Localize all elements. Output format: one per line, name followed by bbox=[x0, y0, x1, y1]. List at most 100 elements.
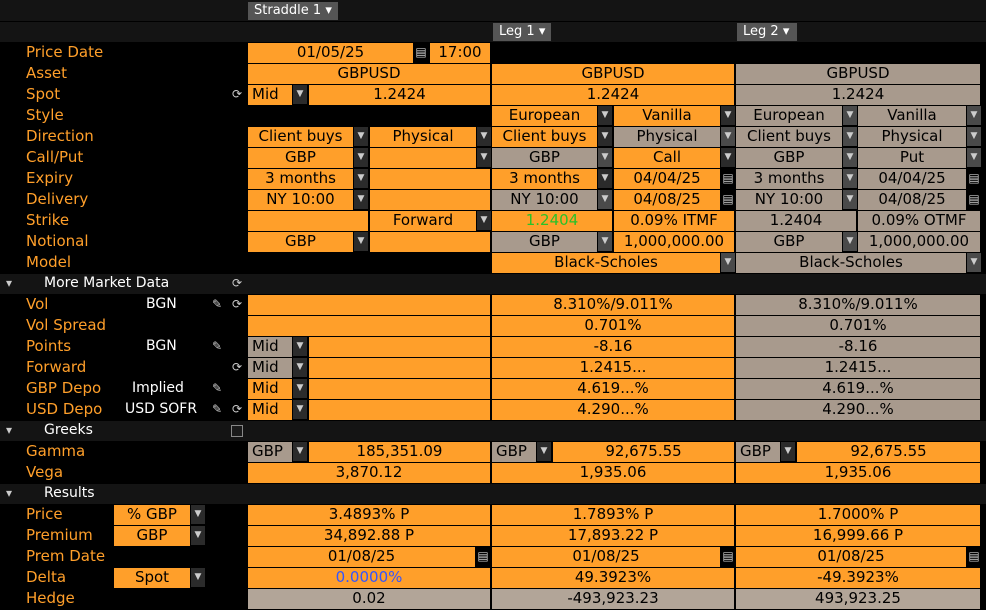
chevron-down-icon[interactable]: ▼ bbox=[721, 253, 735, 272]
chevron-down-icon[interactable]: ▼ bbox=[967, 106, 981, 125]
expiry-input[interactable]: 3 months bbox=[248, 169, 353, 189]
notional-input[interactable] bbox=[370, 232, 490, 252]
calendar-icon[interactable]: ▤ bbox=[967, 547, 981, 567]
spot-input[interactable]: 1.2424 bbox=[309, 85, 490, 105]
leg2-selector[interactable]: Leg 2 ▾ bbox=[737, 23, 797, 41]
chevron-down-icon[interactable]: ▼ bbox=[354, 127, 368, 146]
leg1-strike[interactable]: 1.2404 bbox=[492, 211, 612, 231]
prem-date-input[interactable]: 01/08/25 bbox=[248, 547, 475, 567]
leg1-model-select[interactable]: Black-Scholes bbox=[492, 253, 720, 273]
chevron-down-icon[interactable]: ▼ bbox=[293, 85, 307, 104]
leg1-gbp-depo[interactable]: 4.619...% bbox=[492, 379, 734, 399]
notional-ccy-select[interactable]: GBP bbox=[248, 232, 353, 252]
usd-depo-input[interactable] bbox=[309, 400, 490, 420]
strike-input[interactable] bbox=[248, 211, 368, 231]
chevron-down-icon[interactable]: ▼ bbox=[537, 442, 551, 461]
settle-select[interactable]: Physical bbox=[370, 127, 476, 147]
delta-type-select[interactable]: Spot bbox=[114, 568, 190, 588]
chevron-down-icon[interactable]: ▼ bbox=[293, 358, 307, 377]
price-time-input[interactable]: 17:00 bbox=[430, 43, 490, 63]
calendar-icon[interactable]: ▤ bbox=[721, 547, 735, 567]
leg1-direction[interactable]: Client buys bbox=[492, 127, 597, 147]
price-unit-select[interactable]: % GBP bbox=[114, 505, 190, 525]
calendar-icon[interactable]: ▤ bbox=[721, 169, 735, 189]
chevron-down-icon[interactable]: ▼ bbox=[781, 442, 795, 461]
pencil-icon[interactable]: ✎ bbox=[209, 295, 225, 315]
chevron-down-icon[interactable]: ▼ bbox=[477, 127, 491, 146]
leg1-vol[interactable]: 8.310%/9.011% bbox=[492, 295, 734, 315]
refresh-icon[interactable]: ⟳ bbox=[228, 400, 246, 420]
chevron-down-icon[interactable]: ▼ bbox=[354, 190, 368, 209]
leg2-prem-date[interactable]: 01/08/25 bbox=[736, 547, 966, 567]
leg1-forward[interactable]: 1.2415... bbox=[492, 358, 734, 378]
strike-mode-select[interactable]: Forward bbox=[370, 211, 476, 231]
chevron-down-icon[interactable]: ▼ bbox=[293, 379, 307, 398]
leg1-spot[interactable]: 1.2424 bbox=[492, 85, 734, 105]
calendar-icon[interactable]: ▤ bbox=[721, 190, 735, 210]
leg1-vol-spread[interactable]: 0.701% bbox=[492, 316, 734, 336]
calendar-icon[interactable]: ▤ bbox=[476, 547, 490, 567]
leg1-gamma-ccy[interactable]: GBP bbox=[492, 442, 536, 462]
vol-input[interactable] bbox=[248, 295, 490, 315]
chevron-down-icon[interactable]: ▼ bbox=[293, 400, 307, 419]
leg2-type-select[interactable]: Vanilla bbox=[858, 106, 966, 126]
expiry-date-input[interactable] bbox=[370, 169, 490, 189]
chevron-down-icon[interactable]: ▼ bbox=[598, 169, 612, 188]
vol-spread-input[interactable] bbox=[248, 316, 490, 336]
chevron-down-icon[interactable]: ▼ bbox=[354, 148, 368, 167]
leg1-expiry[interactable]: 3 months bbox=[492, 169, 597, 189]
pencil-icon[interactable]: ✎ bbox=[209, 379, 225, 399]
delivery-date-input[interactable] bbox=[370, 190, 490, 210]
leg1-callput[interactable]: Call bbox=[614, 148, 720, 168]
refresh-icon[interactable]: ⟳ bbox=[228, 85, 246, 105]
chevron-down-icon[interactable]: ▼ bbox=[477, 148, 491, 167]
leg1-delivery-date[interactable]: 04/08/25 bbox=[614, 190, 720, 210]
chevron-down-icon[interactable]: ▼ bbox=[191, 505, 205, 524]
points-input[interactable] bbox=[309, 337, 490, 357]
chevron-down-icon[interactable]: ▼ bbox=[191, 568, 205, 587]
leg2-style-select[interactable]: European bbox=[736, 106, 842, 126]
refresh-icon[interactable]: ⟳ bbox=[228, 295, 246, 315]
price-date-input[interactable]: 01/05/25 bbox=[248, 43, 413, 63]
callput-type-select[interactable] bbox=[370, 148, 476, 168]
straddle-selector[interactable]: Straddle 1 ▾ bbox=[248, 2, 338, 20]
gbp-depo-mode-select[interactable]: Mid bbox=[248, 379, 292, 399]
calendar-icon[interactable]: ▤ bbox=[414, 43, 428, 63]
gbp-depo-input[interactable] bbox=[309, 379, 490, 399]
spot-mode-select[interactable]: Mid bbox=[248, 85, 292, 105]
chevron-down-icon[interactable]: ▼ bbox=[293, 337, 307, 356]
greeks-checkbox[interactable] bbox=[231, 425, 243, 437]
chevron-down-icon[interactable]: ▼ bbox=[354, 232, 368, 251]
triangle-down-icon[interactable]: ▾ bbox=[2, 484, 16, 504]
chevron-down-icon[interactable]: ▼ bbox=[843, 106, 857, 125]
chevron-down-icon[interactable]: ▼ bbox=[293, 442, 307, 461]
refresh-icon[interactable]: ⟳ bbox=[228, 358, 246, 378]
leg1-type-select[interactable]: Vanilla bbox=[614, 106, 720, 126]
refresh-icon[interactable]: ⟳ bbox=[228, 274, 246, 294]
chevron-down-icon[interactable]: ▼ bbox=[191, 526, 205, 545]
leg1-selector[interactable]: Leg 1 ▾ bbox=[493, 23, 551, 41]
asset-input[interactable]: GBPUSD bbox=[248, 64, 490, 84]
delivery-input[interactable]: NY 10:00 bbox=[248, 190, 353, 210]
leg1-expiry-date[interactable]: 04/04/25 bbox=[614, 169, 720, 189]
callput-ccy-select[interactable]: GBP bbox=[248, 148, 353, 168]
usd-depo-mode-select[interactable]: Mid bbox=[248, 400, 292, 420]
pencil-icon[interactable]: ✎ bbox=[209, 337, 225, 357]
chevron-down-icon[interactable]: ▼ bbox=[721, 148, 735, 167]
chevron-down-icon[interactable]: ▼ bbox=[598, 106, 612, 125]
premium-unit-select[interactable]: GBP bbox=[114, 526, 190, 546]
forward-mode-select[interactable]: Mid bbox=[248, 358, 292, 378]
points-mode-select[interactable]: Mid bbox=[248, 337, 292, 357]
triangle-down-icon[interactable]: ▾ bbox=[2, 421, 16, 441]
gamma-ccy-select[interactable]: GBP bbox=[248, 442, 292, 462]
chevron-down-icon[interactable]: ▼ bbox=[477, 211, 491, 230]
triangle-down-icon[interactable]: ▾ bbox=[2, 274, 16, 294]
leg1-prem-date[interactable]: 01/08/25 bbox=[492, 547, 720, 567]
leg1-style-select[interactable]: European bbox=[492, 106, 597, 126]
chevron-down-icon[interactable]: ▼ bbox=[598, 127, 612, 146]
chevron-down-icon[interactable]: ▼ bbox=[721, 106, 735, 125]
leg2-gamma-ccy[interactable]: GBP bbox=[736, 442, 780, 462]
chevron-down-icon[interactable]: ▼ bbox=[354, 169, 368, 188]
forward-input[interactable] bbox=[309, 358, 490, 378]
leg1-points[interactable]: -8.16 bbox=[492, 337, 734, 357]
